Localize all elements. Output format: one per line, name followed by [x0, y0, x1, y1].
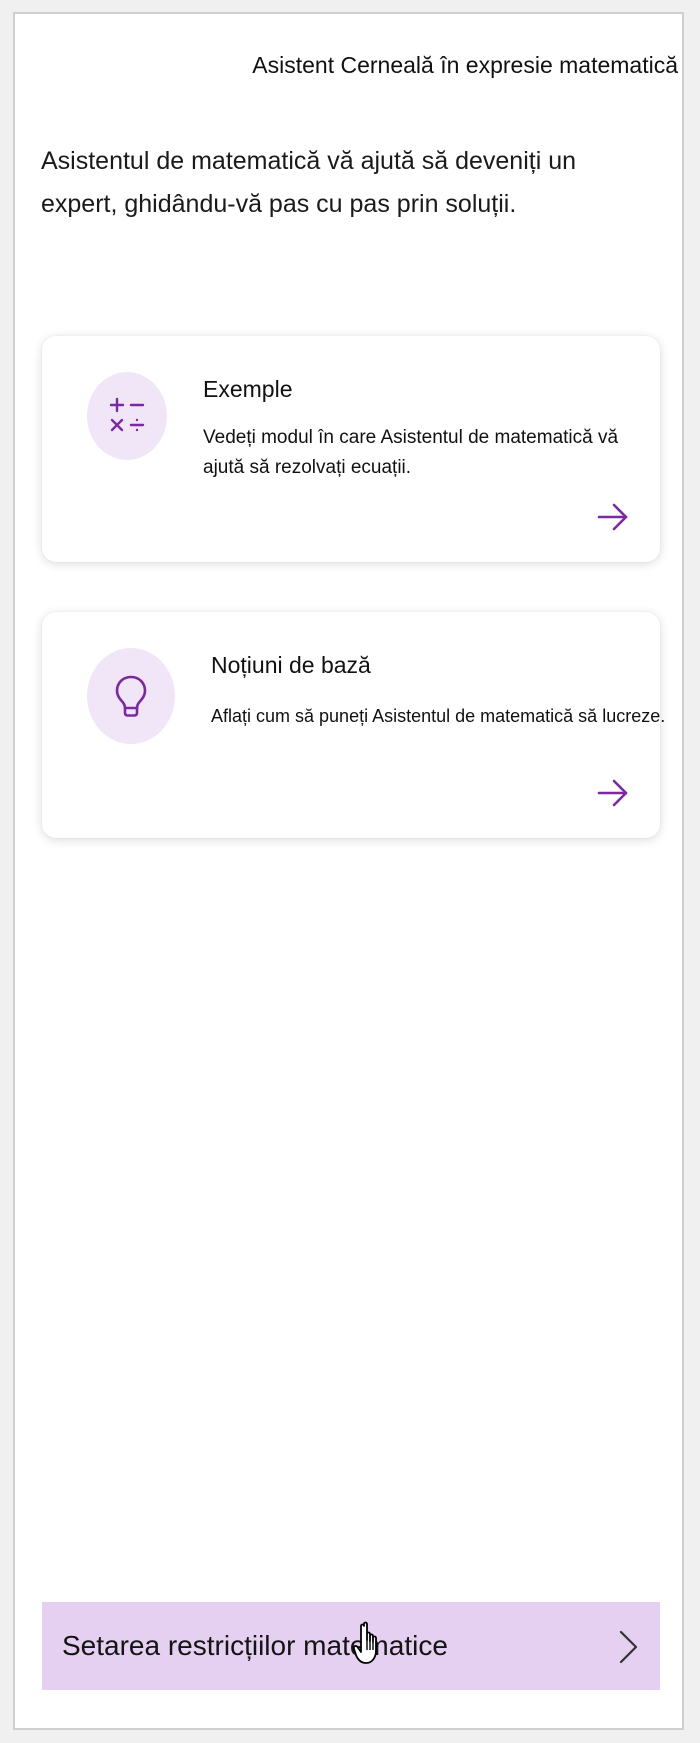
examples-description: Vedeți modul în care Asistentul de matem… — [203, 427, 619, 478]
basics-card[interactable]: Noțiuni de bază Aflați cum să puneți Asi… — [42, 612, 665, 838]
basics-description: Aflați cum să puneți Asistentul de matem… — [211, 706, 666, 726]
arrow-right-icon[interactable] — [596, 502, 630, 532]
pane-title: Asistent Cerneală în expresie matematică — [252, 52, 678, 78]
examples-card[interactable]: Exemple Vedeți modul în care Asistentul … — [42, 336, 660, 562]
math-restrictions-button[interactable]: Setarea restricțiilor matematice — [42, 1602, 660, 1690]
examples-title: Exemple — [203, 376, 293, 402]
lightbulb-icon — [87, 648, 175, 744]
basics-title: Noțiuni de bază — [211, 652, 371, 678]
math-operators-icon — [87, 372, 167, 460]
arrow-right-icon[interactable] — [596, 778, 630, 808]
math-restrictions-label: Setarea restricțiilor matematice — [62, 1630, 448, 1661]
chevron-right-icon — [619, 1630, 638, 1664]
math-assistant-pane: Asistent Cerneală în expresie matematică… — [13, 12, 684, 1730]
intro-text: Asistentul de matematică vă ajută să dev… — [41, 147, 577, 218]
